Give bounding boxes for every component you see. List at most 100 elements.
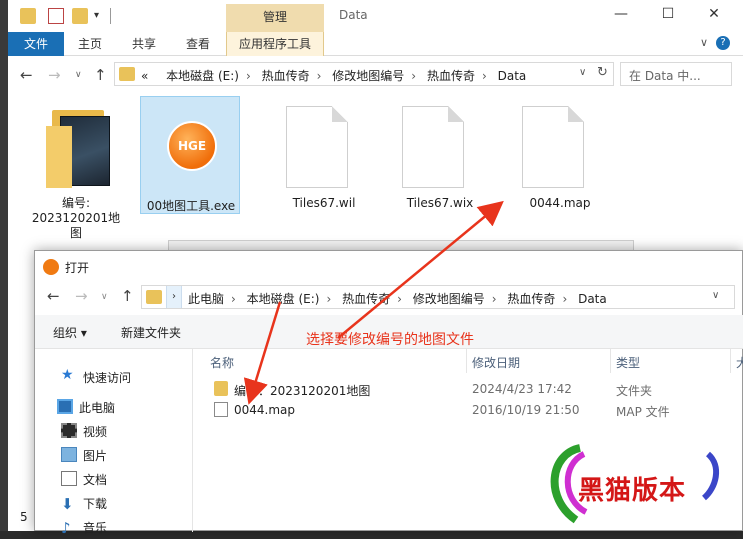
- folder-item[interactable]: 编号: 2023120201地 图: [26, 96, 126, 246]
- folder-icon: [214, 381, 228, 396]
- window-title: Data: [339, 8, 368, 22]
- nav-item-pictures[interactable]: 图片: [35, 443, 193, 467]
- divider: [110, 8, 111, 24]
- item-name: 0044.map: [234, 403, 296, 417]
- forward-button[interactable]: →: [48, 66, 61, 84]
- tab-view[interactable]: 查看: [176, 32, 220, 56]
- app-icon: [43, 259, 59, 275]
- nav-item-this-pc[interactable]: 此电脑: [35, 395, 193, 419]
- up-button[interactable]: ↑: [121, 287, 134, 305]
- chevron-right-icon[interactable]: ›: [166, 286, 182, 308]
- breadcrumb-item[interactable]: 本地磁盘 (E:): [166, 69, 239, 83]
- file-label: 编号: 2023120201地 图: [31, 196, 121, 240]
- nav-label: 快速访问: [83, 371, 132, 385]
- column-header-date[interactable]: 修改日期: [472, 354, 520, 371]
- breadcrumb-item[interactable]: 修改地图编号: [332, 69, 404, 83]
- breadcrumb[interactable]: « 本地磁盘 (E:) › 热血传奇 › 修改地图编号 › 热血传奇 › Data: [141, 67, 526, 84]
- column-divider[interactable]: [730, 349, 731, 373]
- nav-item-downloads[interactable]: ⬇ 下载: [35, 491, 193, 515]
- context-tab-header: 管理: [226, 4, 324, 32]
- forward-button[interactable]: →: [75, 287, 88, 305]
- nav-label: 图片: [83, 449, 108, 463]
- breadcrumb-item[interactable]: 本地磁盘 (E:): [247, 292, 320, 306]
- address-bar[interactable]: › 此电脑 › 本地磁盘 (E:) › 热血传奇 › 修改地图编号 › 热血传奇 › Da…: [141, 285, 735, 309]
- ribbon-tabs: 文件 主页 共享 查看 应用程序工具 ∨ ?: [8, 32, 743, 56]
- breadcrumb-overflow[interactable]: «: [141, 69, 148, 83]
- search-input[interactable]: 在 Data 中...: [620, 62, 732, 86]
- column-header-name[interactable]: 名称: [210, 354, 234, 371]
- nav-item-videos[interactable]: 视频: [35, 419, 193, 443]
- star-icon: ★: [61, 367, 74, 383]
- expand-ribbon-icon[interactable]: ∨: [700, 36, 708, 49]
- file-item-selected[interactable]: HGE 00地图工具.exe: [140, 96, 240, 214]
- tab-home[interactable]: 主页: [68, 32, 112, 56]
- chevron-down-icon[interactable]: ∨: [579, 67, 586, 78]
- side-digit: 5: [20, 510, 28, 524]
- column-header-size[interactable]: 大: [736, 354, 743, 371]
- address-row: ← → ∨ ↑ « 本地磁盘 (E:) › 热血传奇 › 修改地图编号 › 热血传奇 ›…: [8, 56, 743, 94]
- breadcrumb[interactable]: 此电脑 › 本地磁盘 (E:) › 热血传奇 › 修改地图编号 › 热血传奇 › Data: [188, 290, 607, 307]
- refresh-icon[interactable]: ↻: [597, 65, 608, 80]
- document-icon: [61, 471, 77, 486]
- up-button[interactable]: ↑: [94, 66, 107, 84]
- music-icon: ♪: [61, 519, 71, 537]
- help-icon[interactable]: ?: [716, 36, 730, 50]
- list-item[interactable]: 0044.map 2016/10/19 21:50 MAP 文件: [194, 400, 743, 421]
- breadcrumb-item[interactable]: Data: [498, 69, 527, 83]
- column-divider[interactable]: [466, 349, 467, 373]
- properties-icon[interactable]: [48, 8, 64, 24]
- computer-icon: [57, 399, 73, 414]
- back-button[interactable]: ←: [47, 287, 60, 305]
- maximize-button[interactable]: ☐: [658, 6, 678, 26]
- breadcrumb-item[interactable]: 热血传奇: [342, 292, 390, 306]
- breadcrumb-item[interactable]: 热血传奇: [427, 69, 475, 83]
- hge-app-icon: HGE: [167, 121, 217, 171]
- nav-item-documents[interactable]: 文档: [35, 467, 193, 491]
- chevron-down-icon[interactable]: ∨: [712, 290, 719, 301]
- search-placeholder: 在 Data 中...: [629, 69, 701, 83]
- nav-label: 此电脑: [79, 401, 116, 415]
- file-item[interactable]: Tiles67.wix: [390, 96, 490, 246]
- nav-item-quick-access[interactable]: ★ 快速访问: [35, 365, 193, 389]
- breadcrumb-item[interactable]: 热血传奇: [262, 69, 310, 83]
- file-label: 0044.map: [529, 196, 591, 210]
- tab-file[interactable]: 文件: [8, 32, 64, 56]
- breadcrumb-item[interactable]: 此电脑: [188, 292, 224, 306]
- breadcrumb-item[interactable]: Data: [578, 292, 607, 306]
- file-icon: [214, 402, 228, 417]
- download-icon: ⬇: [61, 495, 74, 513]
- recent-locations-icon[interactable]: ∨: [101, 292, 108, 302]
- minimize-button[interactable]: —: [611, 6, 631, 26]
- tab-share[interactable]: 共享: [122, 32, 166, 56]
- column-header-type[interactable]: 类型: [616, 354, 640, 371]
- breadcrumb-item[interactable]: 修改地图编号: [413, 292, 485, 306]
- nav-label: 文档: [83, 473, 108, 487]
- file-icon: [522, 106, 584, 188]
- dialog-title-bar: 打开: [35, 251, 743, 281]
- new-folder-button[interactable]: 新建文件夹: [121, 324, 181, 341]
- address-bar[interactable]: « 本地磁盘 (E:) › 热血传奇 › 修改地图编号 › 热血传奇 › Data ∨ …: [114, 62, 614, 86]
- new-folder-icon[interactable]: [72, 8, 88, 24]
- file-item[interactable]: 0044.map: [510, 96, 610, 246]
- close-button[interactable]: ✕: [704, 6, 724, 26]
- column-divider[interactable]: [610, 349, 611, 373]
- navigation-pane: ★ 快速访问 此电脑 视频 图片 文档 ⬇ 下载 ♪ 音乐: [35, 349, 193, 537]
- organize-button[interactable]: 组织 ▾: [53, 324, 87, 341]
- picture-icon: [61, 447, 77, 462]
- item-name: 编号：2023120201地图: [234, 384, 371, 398]
- file-icon: [402, 106, 464, 188]
- folder-icon[interactable]: [20, 8, 36, 24]
- file-item[interactable]: Tiles67.wil: [274, 96, 374, 246]
- back-button[interactable]: ←: [20, 66, 33, 84]
- folder-icon: [119, 67, 135, 81]
- list-item[interactable]: 编号：2023120201地图 2024/4/23 17:42 文件夹: [194, 379, 743, 400]
- watermark-text: 黑猫版本: [578, 476, 687, 506]
- item-type: MAP 文件: [616, 405, 670, 419]
- dialog-address-row: ← → ∨ ↑ › 此电脑 › 本地磁盘 (E:) › 热血传奇 › 修改地图编号 › …: [35, 283, 743, 311]
- tab-app-tools[interactable]: 应用程序工具: [226, 32, 324, 56]
- nav-item-music[interactable]: ♪ 音乐: [35, 515, 193, 539]
- annotation-text: 选择要修改编号的地图文件: [306, 332, 474, 348]
- customize-toolbar-icon[interactable]: ▾: [94, 10, 99, 21]
- recent-locations-icon[interactable]: ∨: [75, 70, 82, 80]
- breadcrumb-item[interactable]: 热血传奇: [507, 292, 555, 306]
